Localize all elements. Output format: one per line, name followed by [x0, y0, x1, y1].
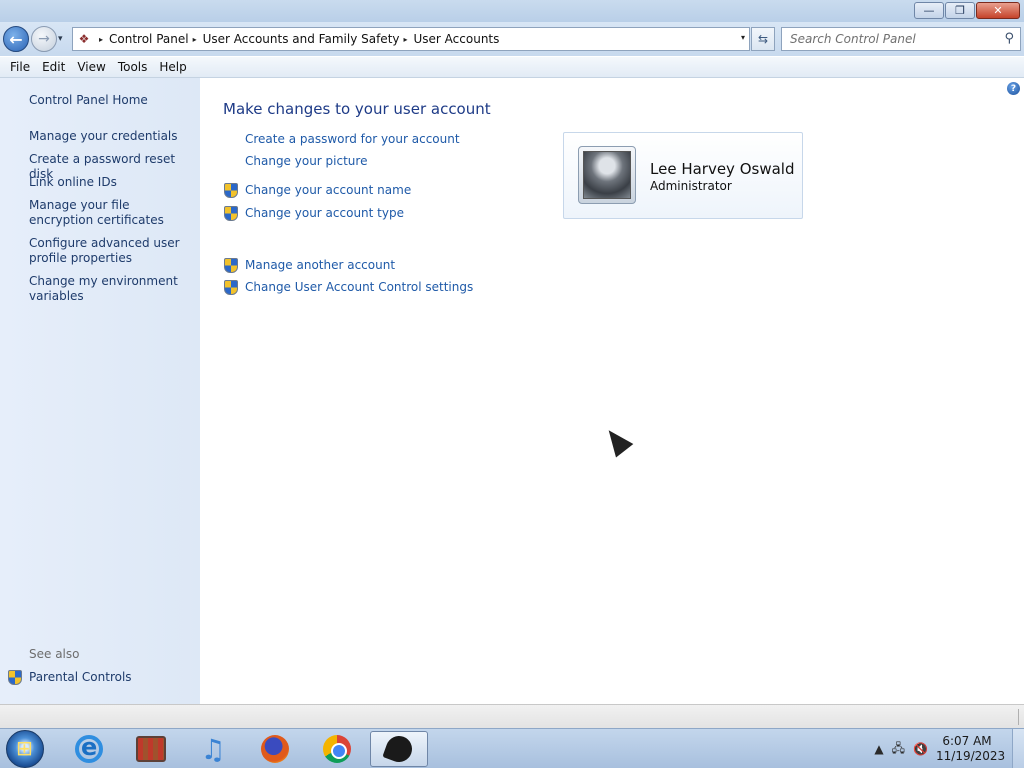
task-manage-another-account[interactable]: Manage another account — [223, 258, 395, 273]
shield-icon — [223, 258, 238, 273]
page-title: Make changes to your user account — [223, 100, 491, 118]
taskbar-internet-explorer[interactable] — [60, 731, 118, 767]
clock-time: 6:07 AM — [942, 734, 992, 748]
chrome-icon — [323, 735, 351, 763]
film-strip-icon — [136, 736, 166, 762]
forward-button[interactable]: → — [31, 26, 57, 52]
change-account-type-link[interactable]: Change your account type — [245, 206, 404, 220]
menu-help[interactable]: Help — [153, 60, 192, 74]
clock[interactable]: 6:07 AM 11/19/2023 — [936, 734, 1006, 764]
link-online-ids-link[interactable]: Link online IDs — [29, 175, 194, 190]
refresh-button[interactable]: ⇆ — [751, 27, 775, 51]
manage-credentials-link[interactable]: Manage your credentials — [29, 129, 194, 144]
minimize-button[interactable]: — — [914, 2, 944, 19]
taskbar-itunes[interactable]: ♫ — [184, 731, 242, 767]
search-input[interactable]: Search Control Panel — [790, 32, 916, 46]
breadcrumb-user-accounts-family-safety[interactable]: User Accounts and Family Safety — [203, 32, 400, 46]
taskbar: ♫ ▲ 🖧 🔇 6:07 AM 11/19/2023 — [0, 728, 1024, 768]
menu-edit[interactable]: Edit — [36, 60, 71, 74]
menu-view[interactable]: View — [71, 60, 111, 74]
volume-muted-icon[interactable]: 🔇 — [913, 742, 928, 756]
search-box[interactable]: Search Control Panel ⚲ — [781, 27, 1021, 51]
user-avatar — [578, 146, 636, 204]
taskbar-chrome[interactable] — [308, 731, 366, 767]
recent-pages-dropdown[interactable]: ▾ — [58, 34, 63, 44]
network-icon[interactable]: 🖧 — [892, 739, 905, 760]
shield-icon — [223, 183, 238, 198]
shield-icon — [7, 670, 22, 685]
menu-bar: File Edit View Tools Help — [0, 57, 1024, 78]
search-icon[interactable]: ⚲ — [1004, 31, 1014, 46]
music-note-icon: ♫ — [200, 732, 226, 766]
clock-date: 11/19/2023 — [936, 749, 1006, 763]
change-account-name-link[interactable]: Change your account name — [245, 183, 411, 197]
taskbar-ink-app[interactable] — [370, 731, 428, 767]
maximize-button[interactable]: ❐ — [945, 2, 975, 19]
control-panel-icon: ❖ — [78, 32, 90, 46]
left-navigation-pane: Control Panel Home Manage your credentia… — [0, 78, 200, 704]
control-panel-home-link[interactable]: Control Panel Home — [29, 93, 194, 108]
change-picture-link[interactable]: Change your picture — [245, 154, 367, 168]
breadcrumb-separator[interactable]: ▸ — [99, 35, 103, 44]
system-tray: ▲ 🖧 🔇 6:07 AM 11/19/2023 — [874, 729, 1024, 768]
task-change-account-type[interactable]: Change your account type — [223, 206, 404, 221]
breadcrumb-user-accounts[interactable]: User Accounts — [414, 32, 500, 46]
configure-advanced-profile-link[interactable]: Configure advanced user profile properti… — [29, 236, 194, 266]
shield-icon — [223, 280, 238, 295]
show-desktop-button[interactable] — [1012, 729, 1024, 768]
breadcrumb-separator[interactable]: ▸ — [404, 35, 408, 44]
see-also-heading: See also — [29, 647, 80, 661]
show-hidden-icons-button[interactable]: ▲ — [874, 742, 883, 756]
window-caption-buttons: — ❐ ✕ — [914, 2, 1020, 19]
task-change-account-name[interactable]: Change your account name — [223, 183, 411, 198]
close-button[interactable]: ✕ — [976, 2, 1020, 19]
address-dropdown-icon[interactable]: ▾ — [741, 33, 745, 42]
address-bar[interactable]: ❖ ▸ Control Panel ▸ User Accounts and Fa… — [72, 27, 750, 51]
manage-file-encryption-link[interactable]: Manage your file encryption certificates — [29, 198, 194, 228]
parental-controls-link[interactable]: Parental Controls — [29, 670, 194, 685]
menu-tools[interactable]: Tools — [112, 60, 154, 74]
user-role: Administrator — [650, 179, 732, 193]
menu-file[interactable]: File — [4, 60, 36, 74]
back-button[interactable]: ← — [3, 26, 29, 52]
ink-brush-icon — [382, 732, 416, 766]
firefox-icon — [261, 735, 289, 763]
user-name: Lee Harvey Oswald — [650, 160, 795, 178]
change-environment-variables-link[interactable]: Change my environment variables — [29, 274, 194, 304]
window-title-bar: — ❐ ✕ — [0, 0, 1024, 22]
manage-another-account-link[interactable]: Manage another account — [245, 258, 395, 272]
user-account-card: Lee Harvey Oswald Administrator — [563, 132, 803, 219]
status-bar — [0, 704, 1024, 728]
status-bar-divider — [1018, 709, 1019, 725]
breadcrumb-separator[interactable]: ▸ — [193, 35, 197, 44]
taskbar-firefox[interactable] — [246, 731, 304, 767]
help-icon[interactable]: ? — [1007, 82, 1020, 95]
avatar-picture — [583, 151, 631, 199]
shield-icon — [223, 206, 238, 221]
uac-settings-link[interactable]: Change User Account Control settings — [245, 280, 473, 294]
start-button[interactable] — [6, 730, 44, 768]
create-password-link[interactable]: Create a password for your account — [245, 132, 460, 146]
navigation-bar: ← → ▾ ❖ ▸ Control Panel ▸ User Accounts … — [0, 22, 1024, 56]
task-uac-settings[interactable]: Change User Account Control settings — [223, 280, 473, 295]
breadcrumb-control-panel[interactable]: Control Panel — [109, 32, 189, 46]
internet-explorer-icon — [75, 733, 103, 763]
main-content: ? Make changes to your user account Crea… — [200, 78, 1024, 704]
taskbar-video-app[interactable] — [122, 731, 180, 767]
